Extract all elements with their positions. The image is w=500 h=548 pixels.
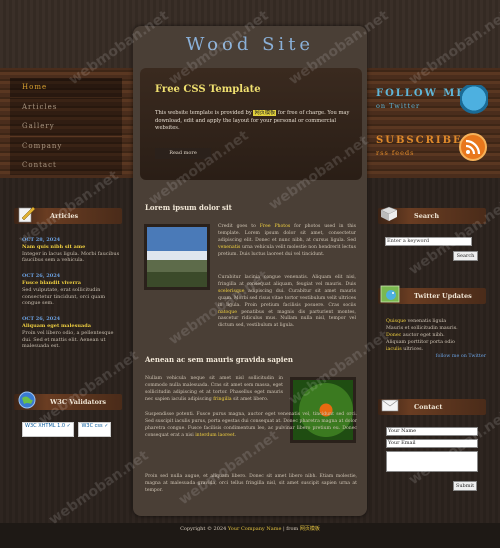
twitter-bird-small-icon xyxy=(380,284,400,304)
contact-form: Your Name Your Email xyxy=(386,427,478,472)
footer-copyright: Copyright © 2024 xyxy=(180,526,227,532)
read-more-button[interactable]: Read more xyxy=(155,148,211,159)
hero-text-before: This website template is provided by xyxy=(155,110,252,116)
hero-text: This website template is provided by 网页模… xyxy=(155,110,360,133)
follow-block[interactable]: FOLLOW ME on Twitter xyxy=(376,88,466,110)
newspaper-icon xyxy=(379,204,399,224)
article-title[interactable]: Fusce blandit viverra xyxy=(22,280,122,287)
tweet-link[interactable]: Donec xyxy=(386,333,401,338)
text: ultrices. xyxy=(403,347,424,352)
nav-item-contact[interactable]: Contact xyxy=(10,156,122,175)
venenatis-link[interactable]: venenatis xyxy=(218,245,240,250)
name-field[interactable]: Your Name xyxy=(386,427,478,436)
search-input[interactable]: Enter a keyword xyxy=(385,237,472,246)
footer: Copyright © 2024 Your Company Name | fro… xyxy=(0,525,500,532)
article-title[interactable]: Aliquam eget malesuada xyxy=(22,323,122,330)
search-heading: Search xyxy=(414,212,440,220)
article-date: OCT 26, 2024 xyxy=(22,316,61,323)
subscribe-subtitle[interactable]: rss feeds xyxy=(376,149,463,157)
text: auctor eget nibh. xyxy=(402,333,445,338)
text: Curabitur lacinia congue venenatis. Aliq… xyxy=(218,275,356,287)
text: venenatis ligula xyxy=(407,319,447,324)
articles-heading: Articles xyxy=(50,212,79,220)
text: . xyxy=(234,432,237,438)
subscribe-title[interactable]: SUBSCRIBE xyxy=(376,135,463,146)
tweet-link[interactable]: Quisque xyxy=(386,319,406,324)
section1-heading: Lorem ipsum dolor sit xyxy=(145,203,232,212)
w3c-xhtml-badge[interactable]: W3C XHTML 1.0 ✓ xyxy=(22,422,74,437)
article-body: Proin vel libero odio, a pellentesque du… xyxy=(22,329,114,350)
tweet-line: Quisque venenatis ligula xyxy=(386,318,486,325)
submit-button[interactable]: Submit xyxy=(453,481,477,491)
scelerisque-link[interactable]: scelerisque xyxy=(218,289,244,294)
w3c-badges: W3C XHTML 1.0 ✓ W3C css ✓ xyxy=(22,422,114,437)
text: sit amet libero. xyxy=(233,396,269,402)
tweet-line: Mauris et sollicitudin mauris. xyxy=(386,326,458,331)
rss-icon[interactable] xyxy=(459,133,487,161)
list-item: OCT 26, 2024 Fusce blandit viverra Sed v… xyxy=(22,273,122,307)
message-field[interactable] xyxy=(386,451,478,472)
article-body: Sed vulputate, erat sollicitudin consect… xyxy=(22,286,106,307)
twitter-heading: Twitter Updates xyxy=(414,292,472,300)
footer-separator: | from xyxy=(283,526,299,532)
free-photos-link[interactable]: Free Photos xyxy=(260,224,291,229)
text: Credit goes to xyxy=(218,224,256,229)
section1-paragraph2: Curabitur lacinia congue venenatis. Aliq… xyxy=(218,275,356,330)
tweet-link[interactable]: iaculis xyxy=(386,347,402,352)
nav-item-company[interactable]: Company xyxy=(10,136,122,156)
article-body: Integer in lacus ligula. Morbi faucibus … xyxy=(22,250,120,264)
fringilla-link[interactable]: fringilla xyxy=(213,397,231,402)
email-field[interactable]: Your Email xyxy=(386,439,478,448)
interdum-link[interactable]: interdum laoreet xyxy=(195,433,234,438)
section2-heading: Aenean ac sem mauris gravida sapien xyxy=(145,355,294,364)
tweet-line: Donec auctor eget nibh. xyxy=(386,332,486,339)
articles-list: OCT 28, 2024 Nam quis nibh sit ame Integ… xyxy=(22,237,122,359)
tweet-line: Aliquam porttitor porta odio xyxy=(386,340,455,345)
list-item: OCT 28, 2024 Nam quis nibh sit ame Integ… xyxy=(22,237,122,264)
w3c-heading: W3C Validators xyxy=(50,398,107,406)
article-title[interactable]: Nam quis nibh sit ame xyxy=(22,244,122,251)
text: penatibus et magnis dis parturient monte… xyxy=(218,309,356,329)
subscribe-block[interactable]: SUBSCRIBE rss feeds xyxy=(376,135,463,157)
footer-company-link[interactable]: Your Company Name xyxy=(228,526,282,532)
section1-paragraph1: Credit goes to Free Photos for photos us… xyxy=(218,224,356,259)
mountain-photo xyxy=(144,224,210,290)
hero-link[interactable]: 网页模板 xyxy=(253,110,277,116)
contact-heading: Contact xyxy=(414,403,443,411)
main-nav: Home Articles Gallery Company Contact xyxy=(10,78,122,176)
globe-icon xyxy=(17,390,37,410)
tweets-list: Quisque venenatis ligula Mauris et solli… xyxy=(386,318,486,360)
list-item: OCT 26, 2024 Aliquam eget malesuada Proi… xyxy=(22,316,122,350)
article-date: OCT 26, 2024 xyxy=(22,273,61,280)
nav-item-articles[interactable]: Articles xyxy=(10,97,122,117)
text: Suspendisse potenti. Fusce purus magna, … xyxy=(145,412,357,438)
section2-paragraph1: Nullam vehicula neque sit amet nisl soll… xyxy=(145,376,283,404)
pencil-paper-icon xyxy=(16,204,36,224)
follow-title[interactable]: FOLLOW ME xyxy=(376,88,466,99)
follow-on-twitter-link[interactable]: follow me on Twitter xyxy=(386,353,486,360)
twitter-bird-icon[interactable] xyxy=(460,85,488,115)
follow-subtitle[interactable]: on Twitter xyxy=(376,102,466,110)
section2-paragraph2: Suspendisse potenti. Fusce purus magna, … xyxy=(145,412,357,440)
envelope-icon xyxy=(380,395,400,415)
footer-source-link[interactable]: 网页模板 xyxy=(300,526,320,532)
section2-paragraph3: Proin sed nulla augue, et aliquam libero… xyxy=(145,474,357,493)
nav-item-home[interactable]: Home xyxy=(10,78,122,97)
site-title[interactable]: Wood Site xyxy=(133,34,367,55)
natoque-link[interactable]: natoque xyxy=(218,310,237,315)
search-button[interactable]: Search xyxy=(453,251,478,261)
nav-item-gallery[interactable]: Gallery xyxy=(10,117,122,136)
w3c-css-badge[interactable]: W3C css ✓ xyxy=(78,422,112,437)
hero-title: Free CSS Template xyxy=(155,84,261,95)
article-date: OCT 28, 2024 xyxy=(22,237,61,243)
tweet-line: iaculis ultrices. xyxy=(386,346,486,353)
